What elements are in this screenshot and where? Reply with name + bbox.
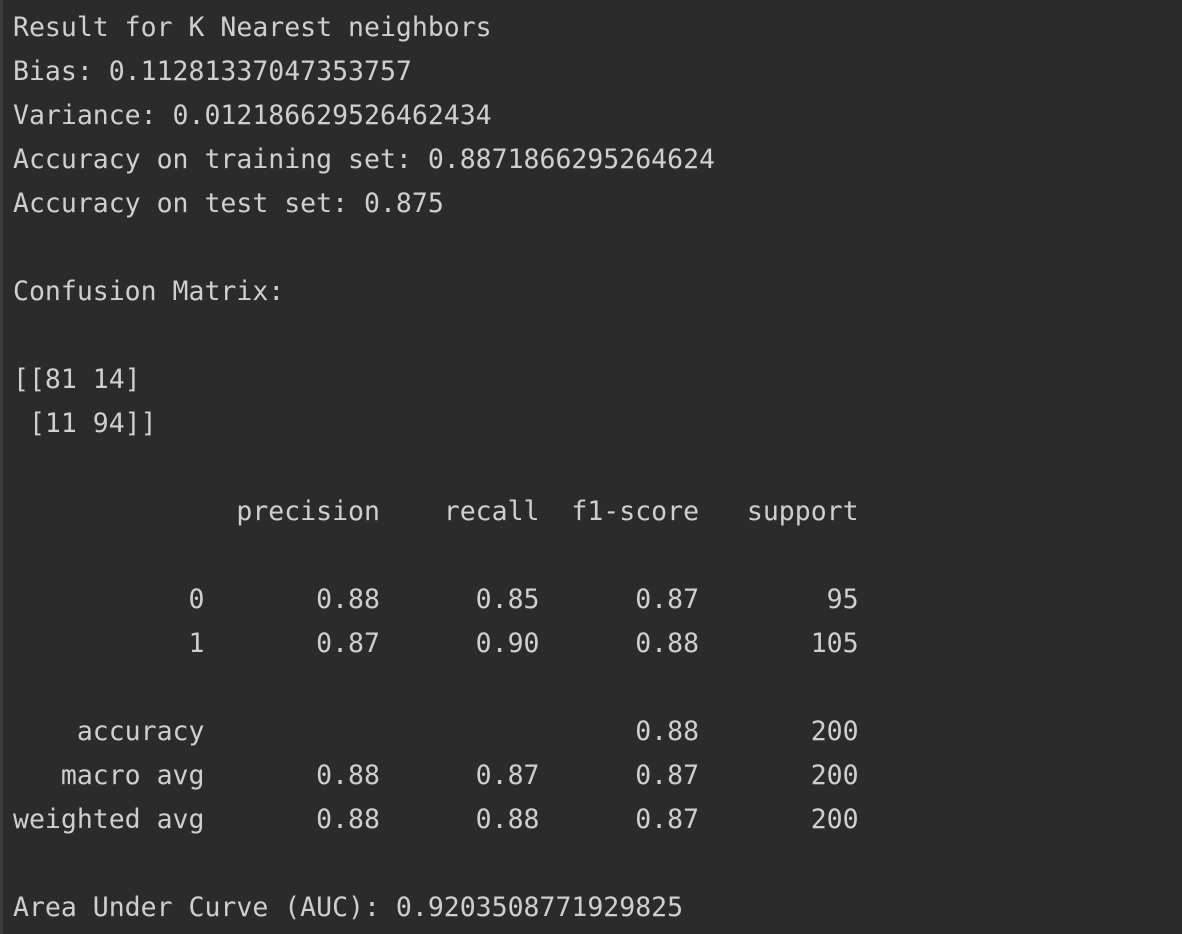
variance-line: Variance: 0.012186629526462434	[13, 100, 492, 131]
bias-line: Bias: 0.11281337047353757	[13, 56, 412, 87]
auc-line: Area Under Curve (AUC): 0.92035087719298…	[13, 892, 684, 923]
report-row-weighted-avg: weighted avg 0.88 0.88 0.87 200	[13, 804, 859, 835]
confusion-matrix-row-1: [[81 14]	[13, 364, 141, 395]
confusion-matrix-label: Confusion Matrix:	[13, 276, 285, 307]
report-row-class-0: 0 0.88 0.85 0.87 95	[13, 584, 859, 615]
report-row-macro-avg: macro avg 0.88 0.87 0.87 200	[13, 760, 859, 791]
console-output: Result for K Nearest neighbors Bias: 0.1…	[0, 0, 1182, 934]
confusion-matrix-row-2: [11 94]]	[13, 408, 157, 439]
result-title: Result for K Nearest neighbors	[13, 12, 492, 43]
report-row-accuracy: accuracy 0.88 200	[13, 716, 859, 747]
train-accuracy-line: Accuracy on training set: 0.887186629526…	[13, 144, 715, 175]
report-header: precision recall f1-score support	[13, 496, 859, 527]
test-accuracy-line: Accuracy on test set: 0.875	[13, 188, 444, 219]
report-row-class-1: 1 0.87 0.90 0.88 105	[13, 628, 859, 659]
